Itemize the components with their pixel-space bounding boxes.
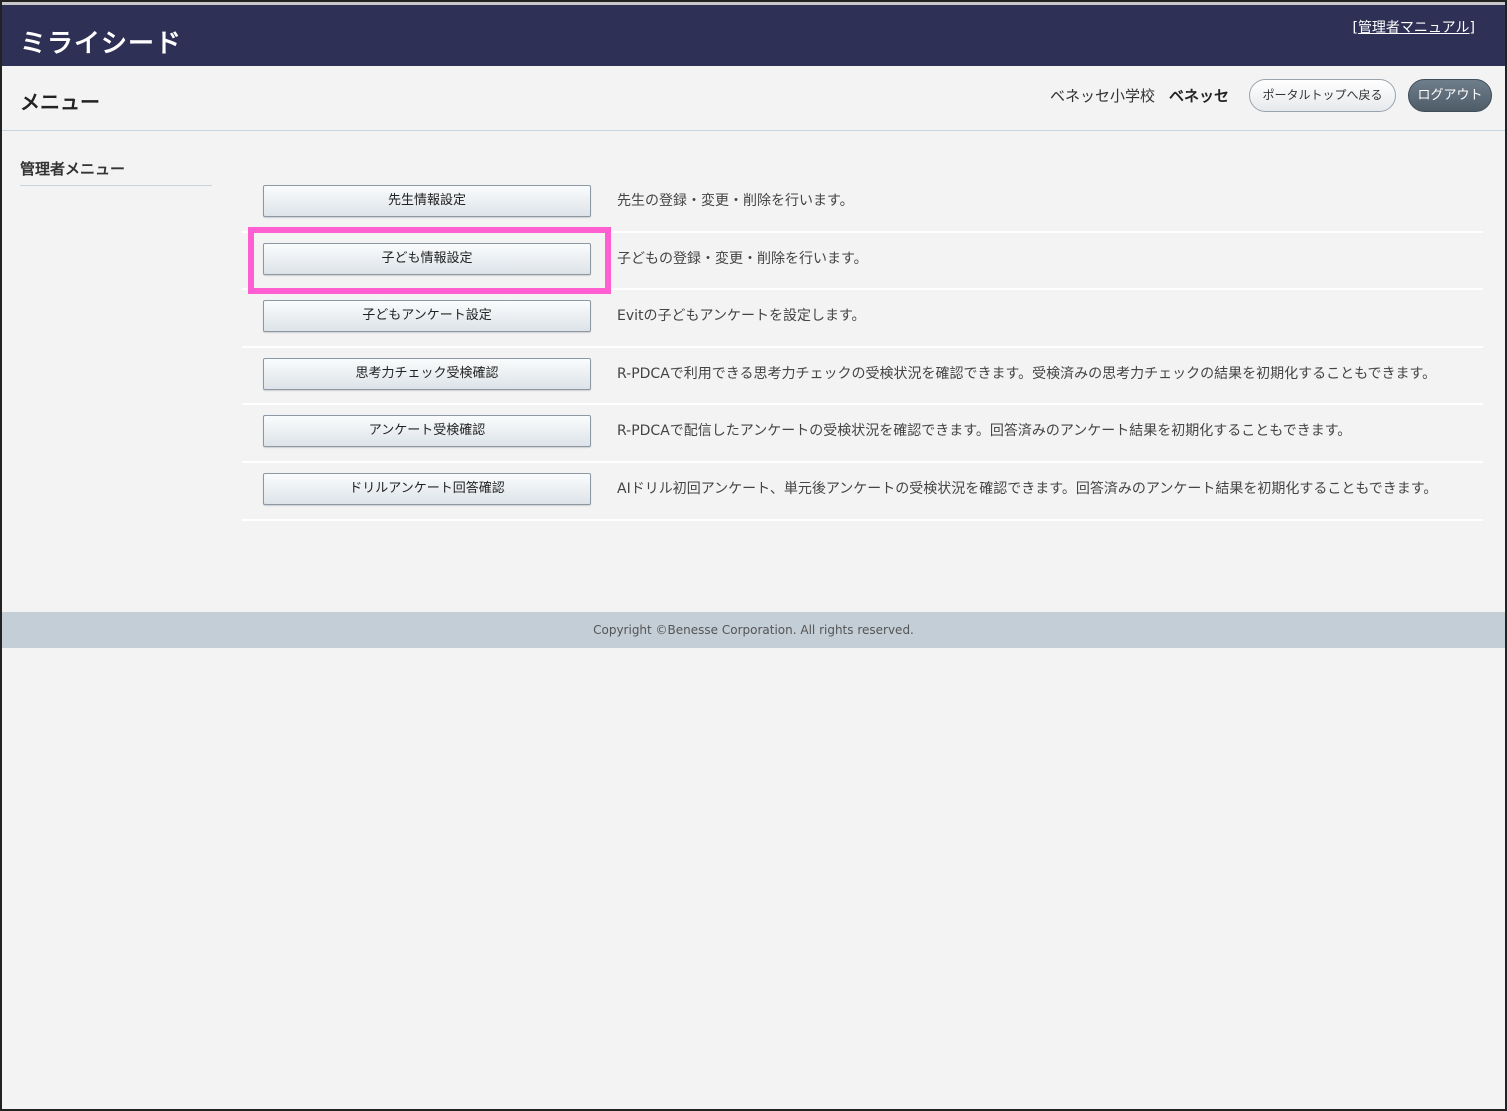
menu-description: R-PDCAで利用できる思考力チェックの受検状況を確認できます。受検済みの思考力… [617,365,1437,382]
copyright-text: Copyright ©Benesse Corporation. All righ… [593,623,914,637]
user-name: ベネッセ [1168,87,1229,105]
manual-link-wrapper: [管理者マニュアル] [1352,17,1475,37]
menu-row: 先生情報設定 先生の登録・変更・削除を行います。 [242,174,1483,232]
admin-manual-link[interactable]: 管理者マニュアル [1358,20,1470,36]
menu-description: AIドリル初回アンケート、単元後アンケートの受検状況を確認できます。回答済みのア… [617,480,1438,497]
sidebar-title: 管理者メニュー [20,158,212,186]
menu-row: アンケート受検確認 R-PDCAで配信したアンケートの受検状況を確認できます。回… [242,404,1483,462]
drill-survey-status-button[interactable]: ドリルアンケート回答確認 [263,472,591,505]
child-info-settings-button[interactable]: 子ども情報設定 [263,242,591,275]
page-title: メニュー [20,90,100,114]
child-survey-settings-button[interactable]: 子どもアンケート設定 [263,300,591,333]
manual-bracket-close: ] [1469,20,1475,36]
survey-status-button[interactable]: アンケート受検確認 [263,415,591,448]
menu-description: R-PDCAで配信したアンケートの受検状況を確認できます。回答済みのアンケート結… [617,423,1352,440]
top-bar: ミライシード [管理者マニュアル] [2,2,1505,66]
menu-description: Evitの子どもアンケートを設定します。 [617,308,866,325]
school-name: ベネッセ小学校 [1049,87,1155,105]
admin-menu-list: 先生情報設定 先生の登録・変更・削除を行います。 子ども情報設定 子どもの登録・… [242,174,1483,520]
portal-top-button[interactable]: ポータルトップへ戻る [1249,79,1396,112]
logout-button[interactable]: ログアウト [1408,79,1492,112]
footer: Copyright ©Benesse Corporation. All righ… [2,612,1505,648]
menu-row: 思考力チェック受検確認 R-PDCAで利用できる思考力チェックの受検状況を確認で… [242,347,1483,405]
sub-header: メニュー ベネッセ小学校 ベネッセ ポータルトップへ戻る ログアウト [2,66,1505,131]
page-frame [0,0,1507,1111]
teacher-info-settings-button[interactable]: 先生情報設定 [263,185,591,217]
thinking-check-status-button[interactable]: 思考力チェック受検確認 [263,357,591,390]
menu-description: 子どもの登録・変更・削除を行います。 [617,250,868,267]
menu-row: 子ども情報設定 子どもの登録・変更・削除を行います。 [242,232,1483,290]
menu-row: 子どもアンケート設定 Evitの子どもアンケートを設定します。 [242,289,1483,347]
app-logo[interactable]: ミライシード [20,23,182,59]
menu-description: 先生の登録・変更・削除を行います。 [617,193,854,209]
menu-row: ドリルアンケート回答確認 AIドリル初回アンケート、単元後アンケートの受検状況を… [242,462,1483,520]
